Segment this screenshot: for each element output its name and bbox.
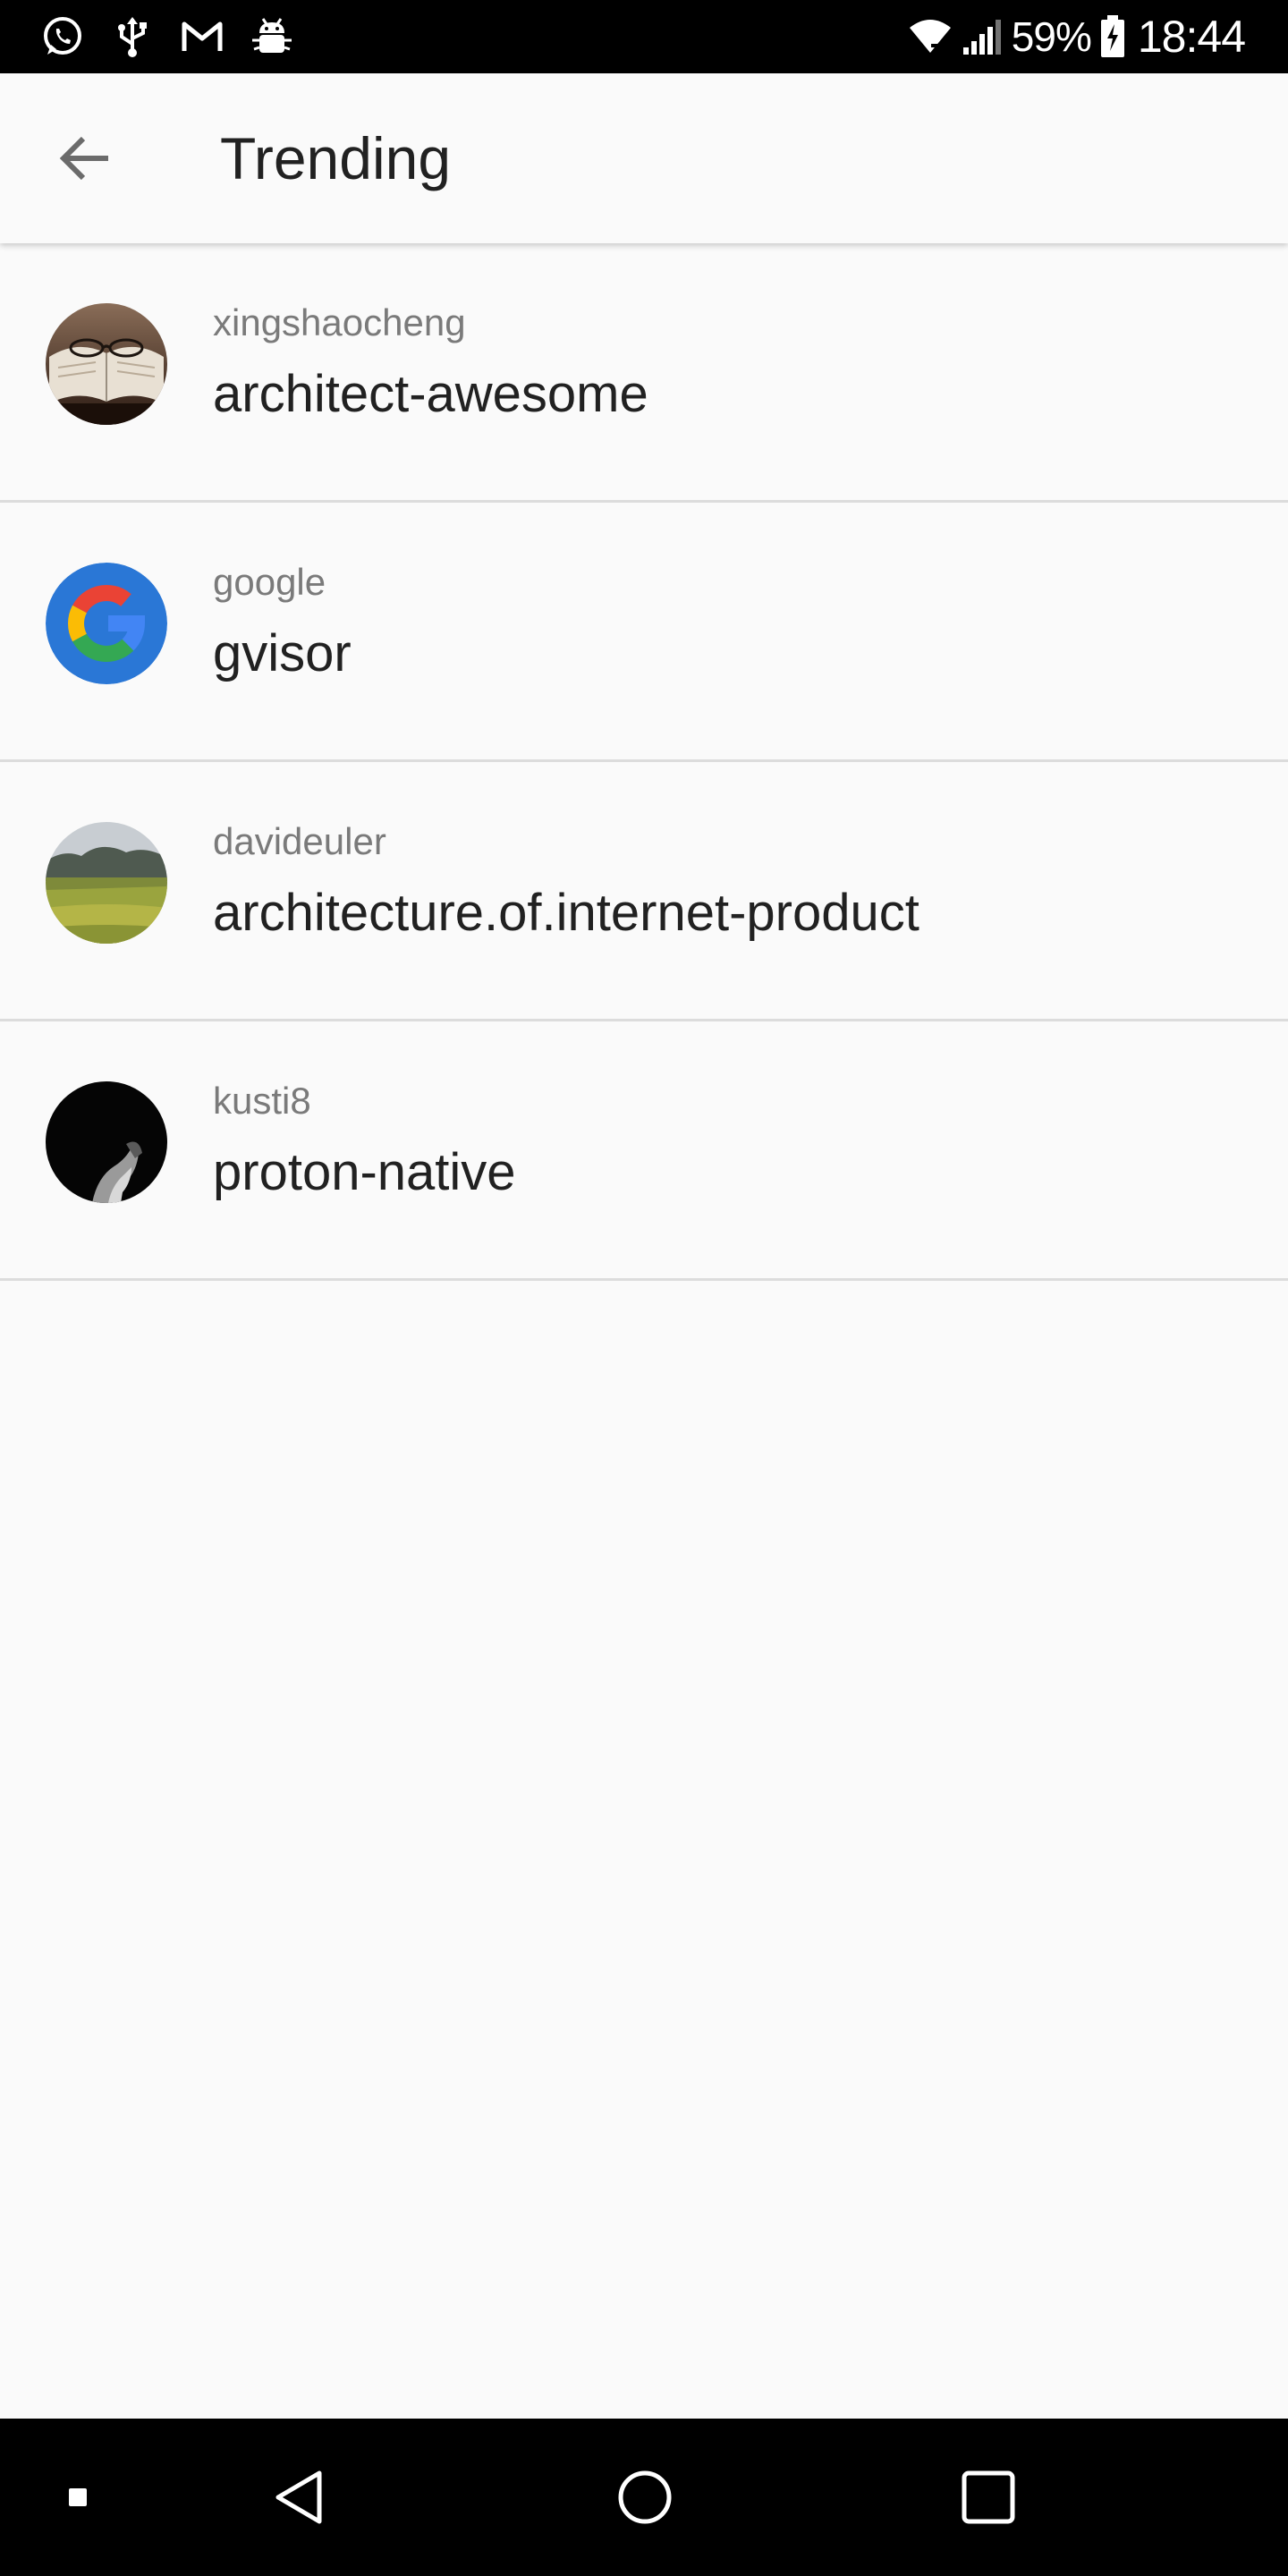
back-triangle-icon bbox=[275, 2470, 322, 2524]
list-item[interactable]: google gvisor bbox=[0, 503, 1288, 762]
field-landscape-image bbox=[46, 822, 167, 944]
avatar bbox=[46, 563, 167, 684]
back-button[interactable] bbox=[45, 118, 125, 199]
nav-back-button[interactable] bbox=[259, 2419, 340, 2576]
recents-square-icon bbox=[962, 2470, 1015, 2524]
repo-name: architecture.of.internet-product bbox=[213, 884, 919, 942]
battery-charging-icon bbox=[1100, 15, 1124, 57]
repo-owner: kusti8 bbox=[213, 1080, 311, 1122]
signal-icon bbox=[962, 20, 1001, 55]
repo-name: proton-native bbox=[213, 1143, 516, 1201]
trending-screen: 59% 18:44 Trending xingshaocheng archite… bbox=[0, 0, 1288, 2576]
clock: 18:44 bbox=[1137, 12, 1246, 62]
repo-owner: xingshaocheng bbox=[213, 301, 466, 343]
avatar bbox=[46, 1081, 167, 1203]
book-glasses-image bbox=[46, 303, 167, 425]
status-bar: 59% 18:44 bbox=[0, 0, 1288, 73]
avatar bbox=[46, 303, 167, 425]
usb-icon bbox=[118, 17, 147, 57]
system-status: 59% 18:44 bbox=[908, 7, 1246, 66]
google-logo-icon bbox=[46, 563, 167, 684]
android-debug-icon bbox=[252, 18, 292, 53]
trending-repo-list: xingshaocheng architect-awesome google g… bbox=[0, 243, 1288, 1281]
list-item[interactable]: davideuler architecture.of.internet-prod… bbox=[0, 762, 1288, 1021]
repo-name: gvisor bbox=[213, 624, 352, 682]
app-bar: Trending bbox=[0, 73, 1288, 243]
notification-icons bbox=[39, 13, 295, 61]
list-item[interactable]: kusti8 proton-native bbox=[0, 1021, 1288, 1281]
home-circle-icon bbox=[618, 2470, 672, 2524]
repo-owner: google bbox=[213, 561, 326, 603]
battery-percentage: 59% bbox=[1011, 13, 1092, 60]
repo-owner: davideuler bbox=[213, 820, 386, 862]
wifi-icon bbox=[909, 20, 951, 53]
nav-extra-button[interactable] bbox=[47, 2419, 109, 2576]
list-item[interactable]: xingshaocheng architect-awesome bbox=[0, 243, 1288, 503]
arrow-back-icon bbox=[59, 136, 108, 181]
avatar bbox=[46, 822, 167, 944]
navigation-bar bbox=[0, 2419, 1288, 2576]
gmail-icon bbox=[182, 21, 223, 51]
whatsapp-icon bbox=[44, 17, 81, 55]
page-title: Trending bbox=[220, 125, 452, 191]
dot-icon bbox=[69, 2488, 87, 2506]
dark-portrait-image bbox=[46, 1081, 167, 1203]
nav-recents-button[interactable] bbox=[948, 2419, 1029, 2576]
repo-name: architect-awesome bbox=[213, 365, 648, 423]
nav-home-button[interactable] bbox=[605, 2419, 685, 2576]
